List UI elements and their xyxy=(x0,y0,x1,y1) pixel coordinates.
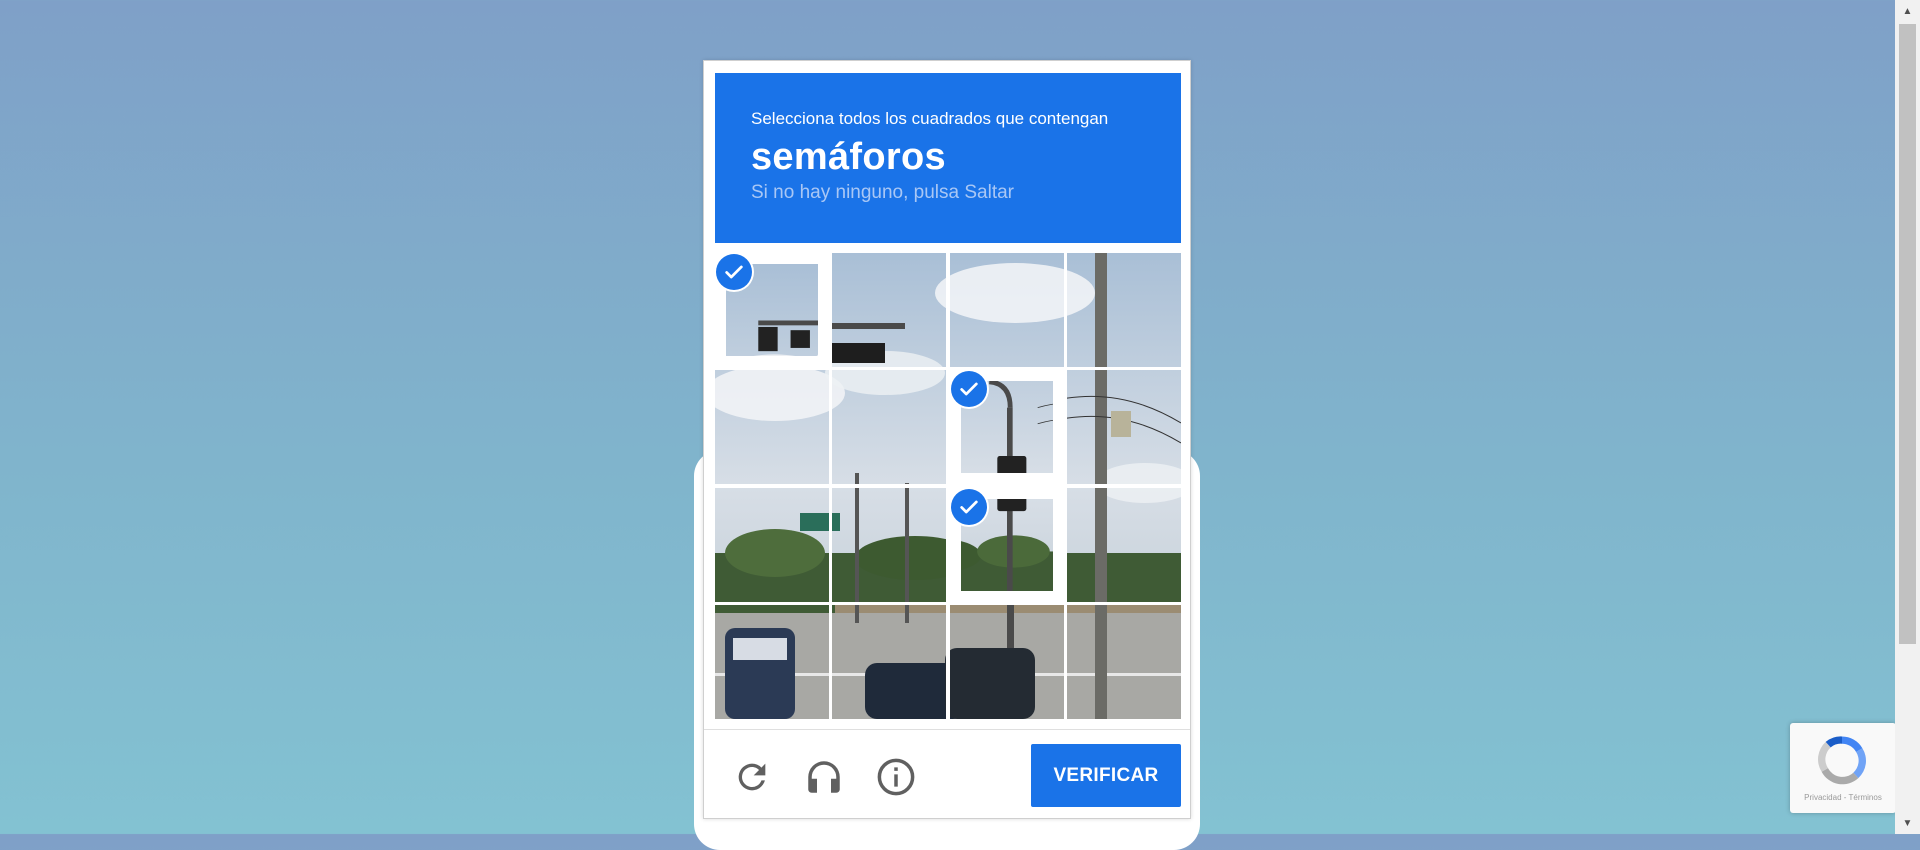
scroll-up-arrow-icon[interactable]: ▲ xyxy=(1895,0,1920,22)
badge-privacy-terms[interactable]: Privacidad - Términos xyxy=(1790,793,1896,802)
info-button[interactable] xyxy=(872,753,920,801)
scroll-thumb[interactable] xyxy=(1899,24,1916,644)
audio-challenge-button[interactable] xyxy=(800,753,848,801)
checkmark-icon xyxy=(716,254,752,290)
grid-tile[interactable] xyxy=(950,253,1064,367)
tile-image xyxy=(1067,605,1181,719)
grid-tile[interactable] xyxy=(950,370,1064,484)
grid-tile[interactable] xyxy=(1067,253,1181,367)
tile-image xyxy=(950,253,1064,367)
tile-image xyxy=(832,253,946,367)
grid-tile[interactable] xyxy=(832,605,946,719)
grid-tile[interactable] xyxy=(715,253,829,367)
recaptcha-badge[interactable]: Privacidad - Términos xyxy=(1790,723,1896,813)
tile-image xyxy=(1067,370,1181,484)
grid-tile[interactable] xyxy=(1067,605,1181,719)
grid-tile[interactable] xyxy=(832,253,946,367)
image-grid xyxy=(715,253,1181,719)
tile-image xyxy=(832,605,946,719)
tile-image xyxy=(715,605,829,719)
tile-image xyxy=(1067,253,1181,367)
grid-tile[interactable] xyxy=(715,488,829,602)
grid-tile[interactable] xyxy=(715,370,829,484)
reload-button[interactable] xyxy=(728,753,776,801)
recaptcha-challenge-dialog: Selecciona todos los cuadrados que conte… xyxy=(703,60,1191,819)
scroll-down-arrow-icon[interactable]: ▼ xyxy=(1895,812,1920,834)
challenge-header: Selecciona todos los cuadrados que conte… xyxy=(715,73,1181,243)
checkmark-icon xyxy=(951,371,987,407)
challenge-hint: Si no hay ninguno, pulsa Saltar xyxy=(751,182,1015,203)
tile-image xyxy=(832,370,946,484)
challenge-instruction: Selecciona todos los cuadrados que conte… xyxy=(751,109,1109,128)
grid-tile[interactable] xyxy=(832,488,946,602)
tile-image xyxy=(715,370,829,484)
tile-image xyxy=(715,488,829,602)
tile-image xyxy=(1067,488,1181,602)
tile-image xyxy=(832,488,946,602)
reload-icon xyxy=(738,763,766,791)
verify-button[interactable]: VERIFICAR xyxy=(1031,744,1181,807)
grid-tile[interactable] xyxy=(1067,488,1181,602)
footer-divider xyxy=(704,729,1190,730)
challenge-keyword: semáforos xyxy=(751,136,946,178)
headphones-icon xyxy=(808,761,840,793)
recaptcha-logo-icon xyxy=(1818,736,1866,785)
page-scrollbar[interactable]: ▲ ▼ xyxy=(1895,0,1920,834)
grid-tile[interactable] xyxy=(950,488,1064,602)
grid-tile[interactable] xyxy=(715,605,829,719)
grid-tile[interactable] xyxy=(1067,370,1181,484)
grid-tile[interactable] xyxy=(950,605,1064,719)
checkmark-icon xyxy=(951,489,987,525)
tile-image xyxy=(950,605,1064,719)
info-icon xyxy=(877,758,915,796)
grid-tile[interactable] xyxy=(832,370,946,484)
